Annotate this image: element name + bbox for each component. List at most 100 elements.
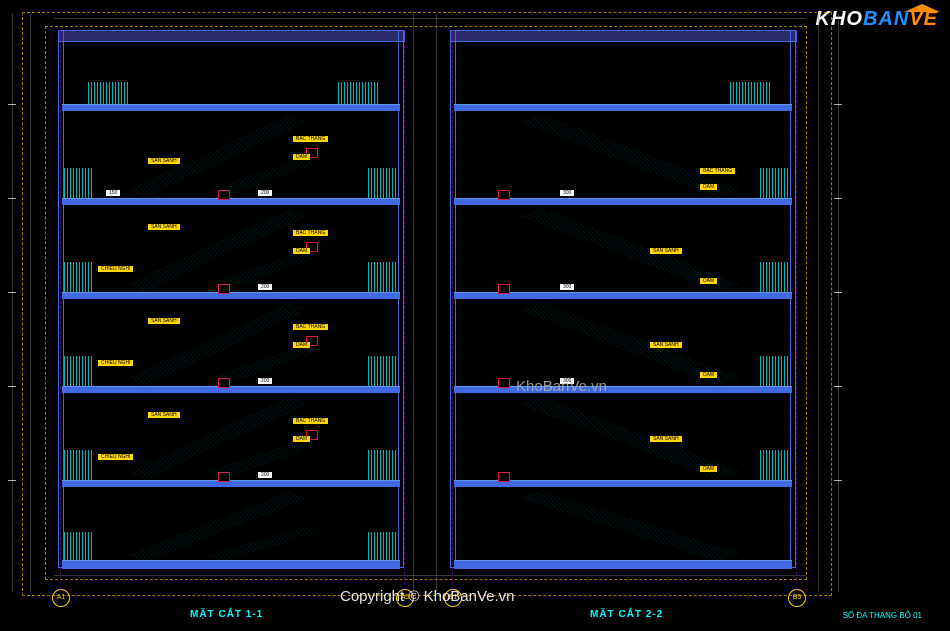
s2-lbl-5b: DẦM — [700, 184, 717, 190]
s1-rail-top2 — [338, 82, 378, 104]
s2-rail-4r — [760, 262, 788, 292]
s1-steps-overlay — [58, 30, 403, 572]
s2-beam-3 — [498, 378, 510, 388]
s1-lbl-4a: BẬC THANG — [293, 230, 328, 236]
s1-lbl-3b: DẦM — [293, 342, 310, 348]
s1-dim-5a: 200 — [258, 190, 272, 196]
dim-v2 — [30, 14, 31, 592]
s1-rail-1l — [64, 532, 92, 560]
s1-rail-2r — [368, 450, 396, 480]
s2-rail-2r — [760, 450, 788, 480]
s1-lbl-4b: DẦM — [293, 248, 310, 254]
s1-slab-2 — [62, 480, 400, 487]
gridline-3 — [452, 30, 453, 590]
s2-lbl-4a: SAN SANH — [650, 248, 682, 254]
s2-roof — [450, 30, 797, 42]
s1-flight-5a — [128, 114, 308, 198]
s1-rail-3l — [64, 356, 92, 386]
s1-dim-4a: 200 — [258, 284, 272, 290]
s1-rail-5l — [64, 168, 92, 198]
watermark-center: KhoBanVe.vn — [516, 378, 607, 395]
s1-rail-3r — [368, 356, 396, 386]
section-1-title: MẶT CẮT 1-1 — [190, 609, 263, 620]
dim-v6 — [838, 14, 839, 592]
grid-bubble-s2-right: B5 — [788, 589, 806, 607]
site-logo: KHOBANVE — [816, 8, 938, 31]
s1-slab-attic — [62, 104, 400, 111]
s2-beam-2 — [498, 472, 510, 482]
dim-v5 — [818, 14, 819, 592]
s2-lbl-3b: DẦM — [700, 372, 717, 378]
s1-lbl-2a: BẬC THANG — [293, 418, 328, 424]
s1-dim-2a: 200 — [258, 472, 272, 478]
s1-dim-5b: 150 — [106, 190, 120, 196]
s1-lbl-3d: CHIẾU NGHỈ — [98, 360, 133, 366]
tick — [8, 104, 16, 105]
s1-roof — [58, 30, 405, 42]
s2-beam-4 — [498, 284, 510, 294]
s1-slab-1 — [62, 560, 400, 569]
hdim-bot — [54, 575, 806, 576]
s1-rail-4l — [64, 262, 92, 292]
dim-v4 — [436, 14, 437, 592]
tick — [834, 386, 842, 387]
s1-lbl-4c: SAN SANH — [148, 224, 180, 230]
dim-v3 — [413, 14, 414, 592]
s2-lbl-3a: SAN SANH — [650, 342, 682, 348]
gridline-1 — [60, 30, 61, 590]
s2-slab-attic — [454, 104, 792, 111]
logo-part-ve: VE — [909, 8, 938, 30]
logo-part-ban: BAN — [863, 8, 909, 30]
s2-beam-5 — [498, 190, 510, 200]
s1-lbl-3a: BẬC THANG — [293, 324, 328, 330]
s1-lbl-4d: CHIẾU NGHỈ — [98, 266, 133, 272]
s1-flight-2a — [128, 396, 308, 480]
s2-lbl-2a: SAN SANH — [650, 436, 682, 442]
tick — [8, 480, 16, 481]
s1-dim-3a: 200 — [258, 378, 272, 384]
s1-lbl-2c: SAN SANH — [148, 412, 180, 418]
gridline-4 — [796, 30, 797, 590]
tick — [834, 292, 842, 293]
tick — [8, 292, 16, 293]
s2-flight-1 — [520, 490, 740, 562]
s1-slab-4 — [62, 292, 400, 299]
s2-rail-3r — [760, 356, 788, 386]
drawing-title: SỐ ĐA THANG BỘ 01 — [843, 611, 922, 620]
section-2-title: MẶT CẮT 2-2 — [590, 609, 663, 620]
hdim-top — [54, 18, 806, 19]
s2-lbl-4b: DẦM — [700, 278, 717, 284]
s1-rail-top — [88, 82, 128, 104]
s1-rail-5r — [368, 168, 396, 198]
s1-flight-1a — [128, 490, 308, 562]
s1-slab-3 — [62, 386, 400, 393]
tick — [8, 198, 16, 199]
s1-flight-4a — [128, 208, 308, 292]
s1-lbl-2b: DẦM — [293, 436, 310, 442]
s1-flight-3a — [128, 302, 308, 386]
s1-rail-2l — [64, 450, 92, 480]
dim-v1 — [12, 14, 13, 592]
tick — [834, 198, 842, 199]
tick — [834, 480, 842, 481]
tick — [834, 104, 842, 105]
s2-lbl-5a: BẬC THANG — [700, 168, 735, 174]
s2-dim-4: 300 — [560, 284, 574, 290]
gridline-2 — [404, 30, 405, 590]
s2-rail-top — [730, 82, 770, 104]
s1-slab-5 — [62, 198, 400, 205]
s1-lbl-5b: DẦM — [293, 154, 310, 160]
s2-lbl-2b: DẦM — [700, 466, 717, 472]
tick — [8, 386, 16, 387]
s1-lbl-2d: CHIẾU NGHỈ — [98, 454, 133, 460]
grid-bubble-s1-left: A1 — [52, 589, 70, 607]
s1-flight-1b — [208, 526, 318, 562]
s1-lbl-5c: SAN SANH — [148, 158, 180, 164]
s2-rail-5r — [760, 168, 788, 198]
s1-lbl-3c: SAN SANH — [148, 318, 180, 324]
copyright-text: Copyright © KhoBanVe.vn — [340, 588, 515, 605]
s1-rail-4r — [368, 262, 396, 292]
section-2: BẬC THANG DẦM 300 SAN SANH DẦM 300 SAN S… — [450, 30, 795, 572]
cad-canvas: KHOBANVE BẬC THANG DẦM SAN SANH 200 — [0, 0, 950, 631]
s1-lbl-5a: BẬC THANG — [293, 136, 328, 142]
